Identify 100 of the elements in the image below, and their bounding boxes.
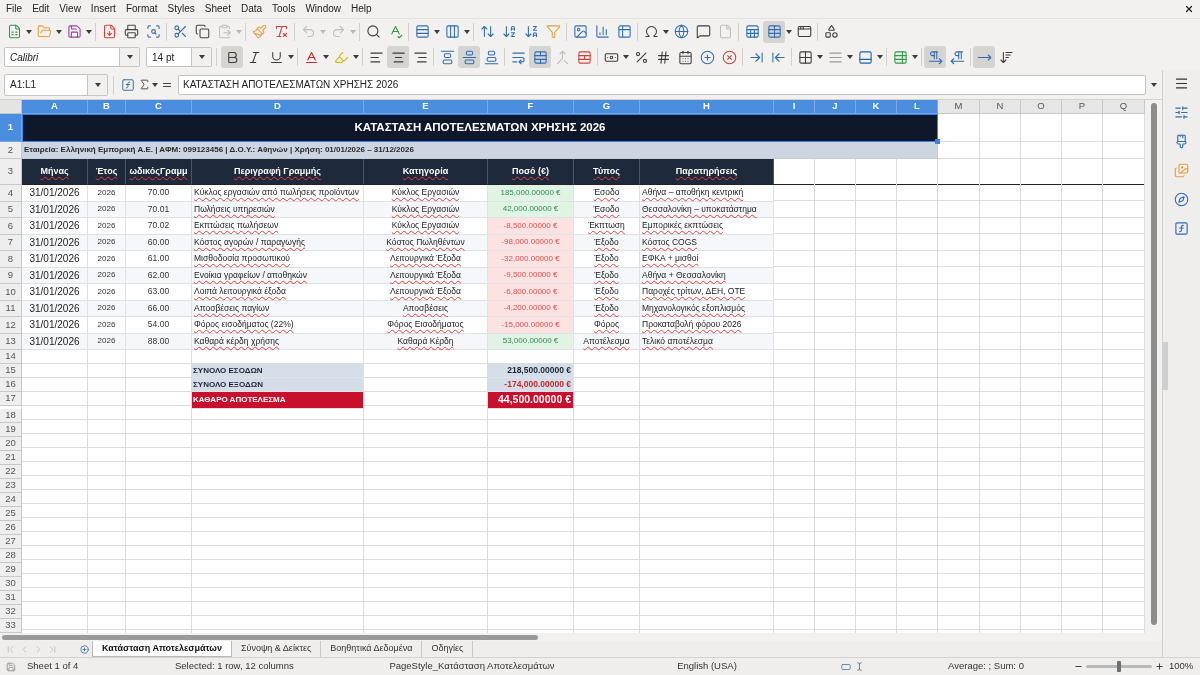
caret-icon[interactable] — [464, 29, 470, 34]
caret-icon[interactable] — [434, 29, 440, 34]
table-cell: Έσοδο — [574, 185, 640, 202]
menu-item[interactable]: Sheet — [199, 1, 236, 17]
row-header[interactable]: 3 — [0, 159, 22, 185]
caret-icon[interactable] — [56, 29, 62, 34]
highlighter-icon — [333, 49, 349, 65]
caret-icon[interactable] — [1151, 82, 1157, 87]
function-icon[interactable] — [121, 77, 135, 92]
font-name-combobox[interactable]: Calibri — [4, 47, 140, 67]
caret-icon[interactable] — [86, 29, 92, 34]
menu-item[interactable]: Insert — [85, 1, 121, 17]
compass-icon[interactable] — [1174, 192, 1189, 207]
row-header[interactable]: 16 — [0, 378, 22, 392]
left-to-right-button[interactable] — [924, 46, 946, 68]
sidebar-handle[interactable] — [1163, 342, 1168, 390]
menu-item[interactable]: Styles — [162, 1, 200, 17]
redo-icon — [330, 24, 346, 39]
vertical-scrollbar-thumb[interactable] — [1150, 103, 1157, 625]
brush-icon[interactable] — [1174, 134, 1189, 149]
table-cell: Κύκλος Εργασιών — [364, 185, 488, 202]
table-cell: Ενοίκια γραφείων / αποθηκών — [192, 267, 364, 284]
menu-item[interactable]: Help — [346, 1, 377, 17]
column-header[interactable]: O — [1021, 100, 1062, 114]
grid-icon — [797, 49, 813, 65]
row-header[interactable]: 6 — [0, 218, 22, 235]
row-header[interactable]: 18 — [0, 408, 22, 423]
paintbrush-icon — [251, 24, 267, 39]
menu-item[interactable]: Format — [120, 1, 163, 17]
bold-button[interactable] — [221, 46, 243, 68]
menu-item[interactable]: Data — [235, 1, 268, 17]
column-header[interactable]: P — [1062, 100, 1103, 114]
caret-icon[interactable] — [323, 55, 329, 59]
formula-input[interactable]: ΚΑΤΑΣΤΑΣΗ ΑΠΟΤΕΛΕΣΜΑΤΩΝ ΧΡΗΣΗΣ 2026 — [178, 74, 1146, 95]
sigma-icon[interactable] — [138, 78, 151, 91]
caret-icon[interactable] — [912, 55, 918, 59]
align-center-button[interactable] — [387, 46, 409, 68]
table-cell: Αποσβέσεις παγίων — [192, 300, 364, 317]
caret-icon[interactable] — [288, 55, 294, 59]
row-header[interactable]: 10 — [0, 284, 22, 301]
pilcrow-right-icon — [927, 49, 943, 65]
horizontal-scrollbar-thumb[interactable] — [2, 634, 538, 640]
sliders-icon[interactable] — [1174, 105, 1189, 120]
row-header[interactable]: 8 — [0, 251, 22, 268]
caret-icon[interactable] — [663, 29, 669, 34]
row-header[interactable]: 2 — [0, 142, 22, 159]
merge-and-center-button[interactable] — [529, 46, 551, 68]
row-header[interactable]: 15 — [0, 364, 22, 378]
menu-item[interactable]: File — [1, 1, 28, 17]
sheet-title: ΚΑΤΑΣΤΑΣΗ ΑΠΟΤΕΛΕΣΜΑΤΩΝ ΧΡΗΣΗΣ 2026 — [354, 120, 606, 136]
row-header[interactable]: 14 — [0, 350, 22, 364]
table-cell: Έξοδο — [574, 251, 640, 268]
column-header[interactable]: Q — [1103, 100, 1145, 114]
row-header[interactable]: 17 — [0, 392, 22, 406]
row-header[interactable]: 4 — [0, 185, 22, 202]
caret-icon[interactable] — [847, 55, 853, 59]
dropdown-button[interactable] — [87, 74, 107, 95]
table-cell: 2026 — [88, 251, 126, 268]
column-header[interactable]: M — [938, 100, 980, 114]
sheet-tab[interactable]: Κατάσταση Αποτελεσμάτων — [92, 641, 232, 657]
freeze-panes-button[interactable] — [763, 20, 785, 43]
menu-item[interactable]: View — [54, 1, 86, 17]
panel-icon — [857, 49, 873, 65]
rectangle-icon[interactable] — [840, 661, 852, 672]
font-size-combobox[interactable]: 14 pt — [146, 47, 212, 67]
menu-item[interactable]: Tools — [267, 1, 301, 17]
table-cell: ΣΥΝΟΛΟ ΕΞΟΔΩΝ — [192, 378, 364, 392]
function-icon[interactable] — [1174, 221, 1189, 236]
window-icon — [796, 24, 812, 39]
caret-icon[interactable] — [26, 29, 32, 34]
caret-icon[interactable] — [877, 55, 883, 59]
clear-formatting-icon — [273, 24, 289, 39]
name-box[interactable]: A1:L1 — [4, 73, 108, 96]
dropdown-button[interactable] — [191, 48, 211, 66]
add-sheet-icon[interactable] — [80, 644, 89, 654]
row-header[interactable]: 12 — [0, 317, 22, 334]
menu-item[interactable]: Edit — [27, 1, 55, 17]
text-cursor-icon[interactable] — [855, 661, 864, 672]
column-header[interactable]: N — [980, 100, 1021, 114]
zoom-in-icon[interactable] — [1155, 662, 1164, 671]
caret-icon[interactable] — [817, 55, 823, 59]
menu-icon[interactable] — [1174, 76, 1189, 91]
caret-icon[interactable] — [152, 82, 158, 87]
columns-icon — [444, 24, 460, 39]
horizontal-text-button[interactable] — [973, 46, 995, 68]
table-cell: -32,000.00000 € — [488, 251, 574, 268]
dropdown-button[interactable] — [119, 48, 139, 66]
caret-icon[interactable] — [623, 55, 629, 59]
caret-icon[interactable] — [353, 55, 359, 59]
align-middle-button[interactable] — [458, 46, 480, 68]
menu-item[interactable]: Window — [300, 1, 346, 17]
slider-thumb[interactable] — [1117, 661, 1121, 672]
language[interactable]: English (USA) — [677, 659, 737, 674]
sort-icon — [479, 24, 495, 39]
merge-icon — [554, 49, 570, 65]
caret-icon[interactable] — [786, 29, 792, 34]
fill-handle[interactable] — [935, 139, 940, 144]
zoom-percentage[interactable]: 100% — [1169, 659, 1194, 674]
close-icon[interactable] — [1184, 4, 1194, 14]
table-cell: Μηχανολογικός εξοπλισμός — [640, 300, 774, 317]
